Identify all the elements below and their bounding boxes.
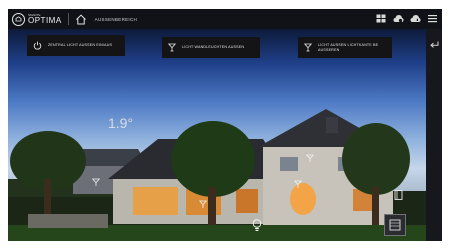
scene-label: LICHT WANDLEUCHTEN AUSSEN bbox=[182, 45, 245, 50]
tablet-screen: SMARTE OPTIMA AUSSENBEREICH ZENTRAL LICH… bbox=[8, 9, 442, 241]
lamp-icon bbox=[168, 43, 176, 52]
right-sidebar bbox=[426, 29, 442, 241]
app-frame: SMARTE OPTIMA AUSSENBEREICH ZENTRAL LICH… bbox=[0, 0, 451, 248]
temperature-readout: 1.9° bbox=[108, 115, 134, 131]
window-shutter-icon bbox=[389, 219, 401, 231]
lamp-icon[interactable] bbox=[293, 179, 303, 189]
lamp-icon[interactable] bbox=[198, 199, 208, 209]
back-arrow-icon bbox=[430, 41, 439, 48]
scene-central-light-button[interactable]: ZENTRAL LICHT AUSSEN EIN/AUS bbox=[27, 35, 125, 56]
home-button[interactable] bbox=[73, 11, 89, 27]
top-icons bbox=[375, 12, 438, 24]
bulb-icon[interactable] bbox=[250, 218, 264, 232]
logo-main-text: OPTIMA bbox=[28, 15, 62, 25]
divider bbox=[67, 13, 69, 25]
home-icon bbox=[75, 14, 86, 24]
lamp-icon[interactable] bbox=[91, 177, 101, 187]
scene-label: ZENTRAL LICHT AUSSEN EIN/AUS bbox=[48, 43, 113, 48]
scene-label-line: AUSSEREN bbox=[318, 47, 340, 52]
page-title: AUSSENBEREICH bbox=[94, 16, 138, 22]
outdoor-scene: ZENTRAL LICHT AUSSEN EIN/AUS LICHT WANDL… bbox=[8, 29, 426, 241]
menu-icon[interactable] bbox=[426, 12, 438, 24]
door-icon[interactable] bbox=[392, 189, 404, 201]
grid-icon[interactable] bbox=[375, 12, 387, 24]
scene-label: LICHT AUSSEN LICHTKANTE BE AUSSEREN bbox=[318, 43, 378, 52]
house-photo bbox=[8, 109, 426, 241]
scene-outdoor-edge-light-button[interactable]: LICHT AUSSEN LICHTKANTE BE AUSSEREN bbox=[298, 37, 392, 58]
app-logo[interactable]: SMARTE OPTIMA bbox=[12, 12, 62, 26]
window-shutter-button[interactable] bbox=[384, 214, 406, 236]
top-bar: SMARTE OPTIMA AUSSENBEREICH bbox=[8, 9, 442, 29]
logo-text: SMARTE OPTIMA bbox=[28, 13, 62, 25]
scene-wall-lights-button[interactable]: LICHT WANDLEUCHTEN AUSSEN bbox=[162, 37, 260, 58]
cloud-icon[interactable] bbox=[392, 12, 404, 24]
logo-icon bbox=[12, 12, 25, 26]
lamp-icon[interactable] bbox=[305, 153, 315, 163]
lamp-icon bbox=[304, 43, 312, 52]
cloud-alert-icon[interactable] bbox=[409, 12, 421, 24]
power-icon bbox=[33, 41, 42, 50]
back-button[interactable] bbox=[428, 38, 440, 50]
